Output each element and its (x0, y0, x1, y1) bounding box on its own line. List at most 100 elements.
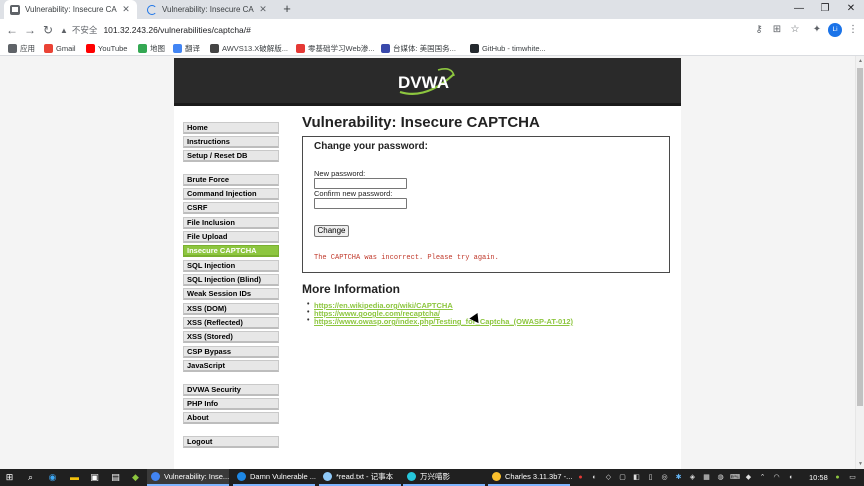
taskbar-app-charles[interactable]: Charles 3.11.3b7 -... (488, 469, 572, 486)
tray-icon[interactable]: ▢ (618, 472, 627, 483)
tray-icon[interactable]: ◐ (590, 472, 599, 483)
tray-icon[interactable]: ◈ (688, 472, 697, 483)
insecure-label[interactable]: 不安全 (72, 24, 98, 36)
bookmark-site-icon (296, 44, 305, 53)
youtube-icon (86, 44, 95, 53)
volume-icon[interactable]: ◖ (786, 472, 795, 483)
menu-item-home[interactable]: Home (183, 122, 279, 134)
tray-icon[interactable]: ◎ (660, 472, 669, 483)
network-icon[interactable]: ◠ (772, 472, 781, 483)
close-tab-icon[interactable]: ✕ (121, 4, 131, 15)
taskbar-app-notepad[interactable]: *read.txt - 记事本 (319, 469, 401, 486)
translate-icon[interactable]: ⊞ (770, 23, 784, 37)
bookmark-apps[interactable]: 应用 (8, 42, 35, 55)
tray-icon[interactable]: ◇ (604, 472, 613, 483)
forward-arrow-icon[interactable]: → (22, 22, 38, 38)
search-icon[interactable]: ⌕ (25, 472, 36, 483)
back-arrow-icon[interactable]: ← (4, 22, 20, 38)
bookmark-web-learning[interactable]: 零基础学习Web渗... (296, 42, 375, 55)
maximize-button[interactable]: ❐ (812, 0, 838, 19)
url-text[interactable]: 101.32.243.26/vulnerabilities/captcha/# (103, 25, 250, 35)
profile-avatar[interactable]: Li (828, 23, 842, 37)
bookmark-translate[interactable]: 翻译 (173, 42, 200, 55)
warning-icon[interactable]: ▲ (60, 26, 68, 35)
notification-icon[interactable]: ▭ (848, 472, 857, 483)
close-window-button[interactable]: ✕ (838, 0, 864, 19)
menu-item-csp-bypass[interactable]: CSP Bypass (183, 346, 279, 358)
menu-item-sql-injection[interactable]: SQL Injection (183, 260, 279, 272)
menu-item-setup[interactable]: Setup / Reset DB (183, 150, 279, 162)
menu-item-dvwa-security[interactable]: DVWA Security (183, 384, 279, 396)
taskbar-clock[interactable]: 10:58 (809, 469, 828, 486)
bookmark-youtube[interactable]: YouTube (86, 42, 127, 55)
taskbar-app-chrome[interactable]: Vulnerability: Inse... (147, 469, 229, 486)
tray-icon[interactable]: ◧ (632, 472, 641, 483)
menu-item-javascript[interactable]: JavaScript (183, 360, 279, 372)
page-icon (10, 4, 20, 15)
app-icon[interactable]: ◆ (130, 472, 141, 483)
window-icon (237, 472, 246, 481)
scroll-down-icon[interactable]: ▼ (857, 461, 864, 467)
page-scrollbar[interactable]: ▲ ▼ (855, 56, 864, 469)
bookmark-news[interactable]: 台媒体: 美国国务... (381, 42, 456, 55)
menu-item-xss-stored[interactable]: XSS (Stored) (183, 331, 279, 343)
confirm-password-input[interactable] (314, 198, 407, 209)
gmail-icon (44, 44, 53, 53)
new-password-input[interactable] (314, 178, 407, 189)
extensions-icon[interactable]: ✦ (810, 23, 824, 37)
dvwa-header: DVWA (174, 58, 681, 106)
menu-item-instructions[interactable]: Instructions (183, 136, 279, 148)
minimize-button[interactable]: — (786, 0, 812, 19)
taskbar-app-dvwa[interactable]: Damn Vulnerable ... (233, 469, 316, 486)
link-owasp-captcha[interactable]: https://www.owasp.org/index.php/Testing_… (314, 317, 573, 326)
scrollbar-thumb[interactable] (857, 68, 863, 406)
key-icon[interactable]: ⚷ (752, 23, 766, 37)
menu-item-brute-force[interactable]: Brute Force (183, 174, 279, 186)
file-explorer-icon[interactable]: ▬ (69, 472, 80, 483)
bookmark-gmail[interactable]: Gmail (44, 42, 76, 55)
tray-icon[interactable]: ◍ (716, 472, 725, 483)
bookmark-github[interactable]: GitHub - timwhite... (470, 42, 546, 55)
browser-tab[interactable]: Vulnerability: Insecure CAPTCH ✕ (141, 0, 274, 19)
windows-start-icon[interactable]: ⊞ (4, 472, 15, 483)
menu-item-logout[interactable]: Logout (183, 436, 279, 448)
scroll-up-icon[interactable]: ▲ (857, 58, 864, 64)
record-icon[interactable]: ● (576, 472, 585, 483)
bookmark-site-icon (381, 44, 390, 53)
keyboard-icon[interactable]: ⌨ (730, 472, 740, 483)
bookmark-maps[interactable]: 地图 (138, 42, 165, 55)
bookmark-awvs[interactable]: AWVS13.X破解版... (210, 42, 288, 55)
close-tab-icon[interactable]: ✕ (258, 4, 268, 15)
menu-item-file-inclusion[interactable]: File Inclusion (183, 217, 279, 229)
menu-item-php-info[interactable]: PHP Info (183, 398, 279, 410)
edge-icon[interactable]: ◉ (47, 472, 58, 483)
star-icon[interactable]: ☆ (788, 23, 802, 37)
wechat-icon[interactable]: ● (833, 472, 842, 483)
chevron-up-icon[interactable]: ⌃ (758, 472, 767, 483)
menu-item-xss-reflected[interactable]: XSS (Reflected) (183, 317, 279, 329)
address-bar[interactable]: ▲ 不安全 101.32.243.26/vulnerabilities/capt… (60, 21, 760, 39)
notepad-icon (323, 472, 332, 481)
store-icon[interactable]: ▣ (89, 472, 100, 483)
menu-item-csrf[interactable]: CSRF (183, 202, 279, 214)
tray-icon[interactable]: ▦ (702, 472, 711, 483)
menu-item-command-injection[interactable]: Command Injection (183, 188, 279, 200)
browser-tab-active[interactable]: Vulnerability: Insecure CAPTCH ✕ (4, 0, 137, 19)
bookmark-label: 地图 (150, 44, 165, 53)
menu-item-sql-injection-blind[interactable]: SQL Injection (Blind) (183, 274, 279, 286)
bluetooth-icon[interactable]: ✱ (674, 472, 683, 483)
menu-item-about[interactable]: About (183, 412, 279, 424)
menu-item-file-upload[interactable]: File Upload (183, 231, 279, 243)
reload-icon[interactable]: ↻ (40, 22, 56, 38)
menu-item-weak-session-ids[interactable]: Weak Session IDs (183, 288, 279, 300)
menu-item-insecure-captcha[interactable]: Insecure CAPTCHA (183, 245, 279, 257)
taskbar-app-video-editor[interactable]: 万兴喵影 (403, 469, 485, 486)
new-tab-button[interactable]: + (280, 1, 294, 17)
tray-icon[interactable]: ◆ (744, 472, 753, 483)
menu-kebab-icon[interactable]: ⋮ (846, 23, 860, 37)
menu-item-xss-dom[interactable]: XSS (DOM) (183, 303, 279, 315)
terminal-icon[interactable]: ▤ (110, 472, 121, 483)
tray-icon[interactable]: ▯ (646, 472, 655, 483)
change-button[interactable]: Change (314, 225, 349, 237)
dvwa-logo: DVWA (398, 68, 455, 95)
